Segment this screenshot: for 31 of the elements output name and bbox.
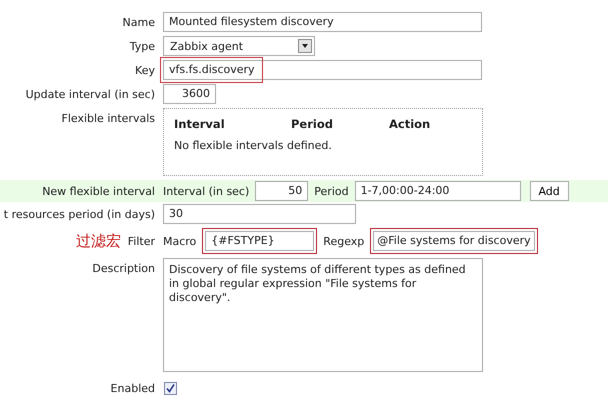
field-label: Interval (in sec) [163, 184, 250, 198]
column-header: Action [389, 117, 430, 131]
field-label: Filter [128, 234, 155, 248]
field-label: Regexp [323, 234, 364, 248]
type-dropdown[interactable]: Zabbix agent [163, 36, 315, 56]
name-field[interactable]: Mounted filesystem discovery [163, 12, 482, 32]
field-label: Period [314, 184, 349, 198]
field-label: Name [122, 16, 155, 28]
update-interval-field[interactable]: 3600 [163, 84, 216, 104]
key-field[interactable]: vfs.fs.discovery [163, 60, 482, 80]
regexp-field[interactable]: @File systems for discovery [373, 231, 536, 251]
field-label: Macro [163, 234, 196, 248]
resources-period-field[interactable]: 30 [163, 204, 356, 224]
enabled-checkbox[interactable] [164, 382, 177, 394]
field-label: Enabled [110, 382, 155, 394]
field-label: Update interval (in sec) [24, 88, 155, 100]
interval-field[interactable]: 50 [255, 181, 308, 201]
field-label: New flexible interval [41, 184, 155, 198]
description-textarea[interactable]: Discovery of file systems of different types as defined in global regular expression "File systems for discovery". [163, 258, 483, 372]
column-header: Period [291, 117, 334, 131]
column-header: Interval [174, 117, 226, 131]
field-label: Type [128, 40, 155, 52]
add-button[interactable]: Add [530, 181, 569, 201]
field-label: Key [134, 64, 155, 76]
field-label: Description [91, 261, 155, 275]
period-field[interactable]: 1-7,00:00-24:00 [354, 181, 521, 201]
field-label: Flexible intervals [60, 111, 155, 125]
empty-message: No flexible intervals defined. [174, 139, 333, 152]
field-label: t resources period (in days) [2, 208, 155, 220]
annotation-text: 过滤宏 [76, 232, 121, 250]
macro-field[interactable]: {#FSTYPE} [205, 231, 314, 251]
